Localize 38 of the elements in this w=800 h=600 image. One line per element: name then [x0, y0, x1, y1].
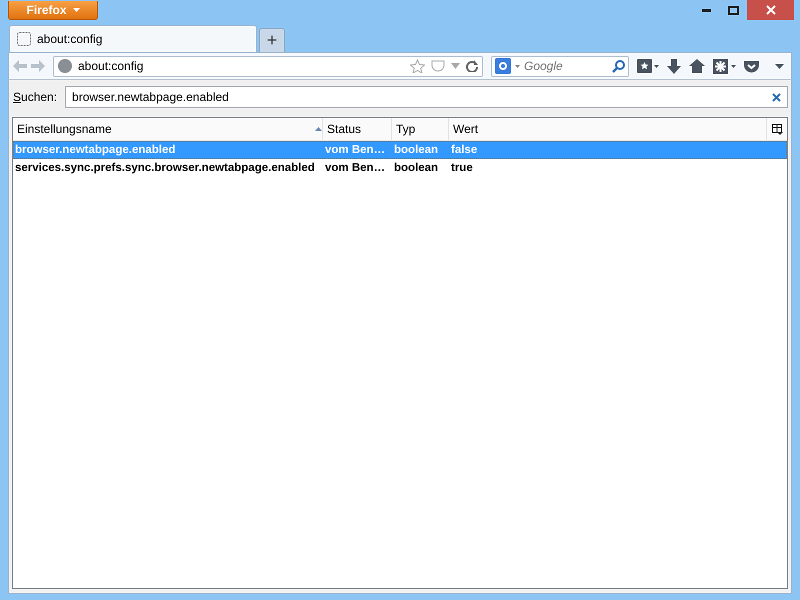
preference-name: browser.newtabpage.enabled — [14, 144, 176, 156]
preference-name: services.sync.prefs.sync.browser.newtabpage.enabled — [14, 162, 316, 174]
browser-tab[interactable]: about:config — [9, 25, 257, 52]
download-icon[interactable] — [667, 58, 681, 74]
search-label: Suchen: — [13, 90, 58, 104]
caret-icon — [515, 64, 520, 68]
search-engine-icon — [495, 58, 511, 74]
overflow-caret-icon[interactable] — [775, 64, 784, 68]
search-input[interactable]: browser.newtabpage.enabled — [65, 86, 788, 108]
close-icon — [766, 5, 776, 15]
home-icon[interactable] — [689, 59, 705, 73]
search-icon[interactable] — [612, 60, 625, 72]
value-cell-text: true — [450, 162, 474, 174]
column-header[interactable]: Typ — [392, 118, 449, 140]
pocket-icon[interactable] — [744, 60, 759, 72]
page-icon — [17, 32, 31, 46]
addon-icon[interactable] — [713, 58, 736, 74]
config-row[interactable]: services.sync.prefs.sync.browser.newtabpage.enabled vom Ben… boolean true — [13, 159, 787, 177]
column-header[interactable]: Einstellungsname — [13, 118, 323, 140]
status-cell-text: vom Ben… — [324, 144, 386, 156]
type-cell-text: boolean — [393, 162, 440, 174]
bookmarks-icon[interactable] — [637, 59, 659, 73]
column-picker-icon[interactable] — [772, 124, 782, 134]
star-icon[interactable] — [410, 59, 425, 73]
address-bar[interactable]: about:config — [53, 56, 483, 76]
column-header[interactable]: Status — [323, 118, 392, 140]
minimize-icon — [702, 8, 711, 12]
type-cell-text: boolean — [393, 144, 440, 156]
status-cell-text: vom Ben… — [324, 162, 386, 174]
column-header[interactable]: Wert — [449, 118, 767, 140]
maximize-icon — [728, 6, 739, 14]
clear-icon[interactable] — [772, 92, 781, 102]
new-tab-button[interactable]: + — [259, 28, 285, 52]
reload-icon[interactable] — [466, 60, 478, 72]
caret-icon — [72, 8, 80, 12]
value-cell-text: false — [450, 144, 478, 156]
search-field[interactable]: Google — [491, 56, 629, 76]
close-button[interactable] — [747, 0, 794, 20]
